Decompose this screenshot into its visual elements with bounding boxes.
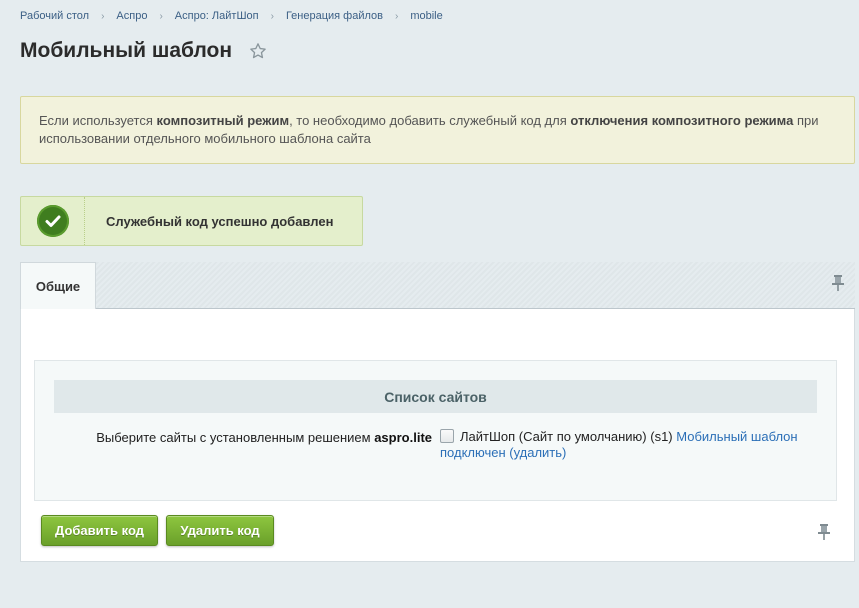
breadcrumb-item-mobile[interactable]: mobile	[410, 10, 442, 22]
notice-text-1: Если используется	[39, 113, 157, 128]
site-option: ЛайтШоп (Сайт по умолчанию) (s1) Мобильн…	[440, 429, 820, 461]
solution-name: aspro.lite	[374, 430, 432, 445]
breadcrumb-item-liteshop[interactable]: Аспро: ЛайтШоп	[175, 10, 259, 22]
breadcrumb-item-desktop[interactable]: Рабочий стол	[20, 10, 89, 22]
sites-label-text: Выберите сайты с установленным решением	[96, 430, 375, 445]
notice-text-2: , то необходимо добавить служебный код д…	[289, 113, 571, 128]
check-circle-icon	[36, 205, 69, 237]
notice-bold-composite-mode: композитный режим	[156, 113, 290, 128]
breadcrumb-item-file-generation[interactable]: Генерация файлов	[286, 10, 383, 22]
composite-mode-notice: Если используется композитный режим, то …	[20, 96, 855, 164]
site-name: ЛайтШоп (Сайт по умолчанию) (s1)	[460, 429, 673, 444]
title-row: Мобильный шаблон	[20, 39, 267, 63]
breadcrumb-separator: ›	[395, 10, 399, 22]
pin-icon[interactable]	[817, 523, 831, 541]
breadcrumb-separator: ›	[270, 10, 274, 22]
success-message: Служебный код успешно добавлен	[20, 196, 363, 246]
success-icon-wrap	[21, 197, 85, 245]
success-text: Служебный код успешно добавлен	[106, 213, 334, 229]
star-icon[interactable]	[249, 42, 267, 60]
tab-bar: Общие	[20, 262, 855, 309]
breadcrumb-separator: ›	[101, 10, 105, 22]
breadcrumb-separator: ›	[159, 10, 163, 22]
breadcrumb: Рабочий стол › Аспро › Аспро: ЛайтШоп › …	[20, 10, 443, 22]
add-code-button[interactable]: Добавить код	[41, 515, 158, 546]
sites-field-label: Выберите сайты с установленным решением …	[35, 430, 432, 445]
sites-section: Список сайтов Выберите сайты с установле…	[34, 360, 837, 501]
page-title: Мобильный шаблон	[20, 39, 233, 62]
tab-panel-general: Список сайтов Выберите сайты с установле…	[20, 309, 855, 562]
delete-code-button[interactable]: Удалить код	[166, 515, 274, 546]
tab-general[interactable]: Общие	[20, 262, 96, 309]
breadcrumb-item-aspro[interactable]: Аспро	[116, 10, 147, 22]
sites-section-heading: Список сайтов	[54, 380, 817, 413]
notice-bold-disable-composite: отключения композитного режима	[570, 113, 794, 128]
pin-icon[interactable]	[831, 274, 845, 292]
site-checkbox[interactable]	[440, 429, 454, 443]
